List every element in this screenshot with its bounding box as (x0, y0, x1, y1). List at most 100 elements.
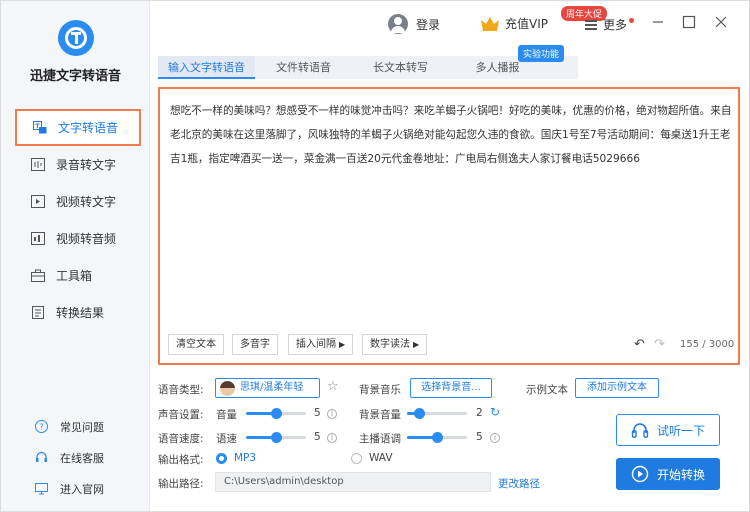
footer-item-website[interactable]: 进入官网 (1, 473, 150, 504)
listen-label: 试听一下 (656, 423, 705, 438)
start-convert-button[interactable]: 开始转换 (616, 458, 720, 490)
output-path-field[interactable]: C:\Users\admin\desktop (215, 472, 491, 492)
video-audio-icon (31, 232, 45, 245)
footer-item-label: 常见问题 (60, 420, 104, 434)
host-tone-label: 主播语调 (359, 433, 401, 445)
char-count: 155 / 3000 (680, 339, 735, 350)
sidebar-item-label: 视频转文字 (56, 195, 117, 209)
user-icon (388, 14, 408, 34)
svg-text:?: ? (39, 423, 43, 432)
slider-knob (432, 432, 443, 443)
app-title: 迅捷文字转语音 (29, 69, 121, 84)
triangle-right-icon: ▶ (339, 340, 346, 349)
crown-icon (481, 16, 499, 31)
mp3-label: MP3 (234, 452, 257, 464)
experimental-badge: 实验功能 (518, 45, 565, 62)
footer-item-faq[interactable]: ? 常见问题 (1, 411, 150, 442)
close-icon[interactable] (714, 15, 728, 29)
bg-music-label: 背景音乐 (359, 384, 401, 396)
bg-volume-label: 背景音量 (359, 409, 401, 421)
voice-select[interactable]: 思琪/温柔年轻 (215, 378, 320, 398)
mode-tabs: 输入文字转语音 文件转语音 长文本转写 多人播报 (158, 56, 578, 79)
sidebar-item-label: 转换结果 (56, 306, 105, 320)
sidebar-item-video-to-audio[interactable]: 视频转音频 (1, 220, 150, 257)
wav-label: WAV (369, 452, 393, 464)
sidebar-item-label: 录音转文字 (56, 158, 117, 172)
tab-file[interactable]: 文件转语音 (255, 56, 352, 79)
info-icon[interactable]: i (327, 409, 337, 419)
volume-slider[interactable] (246, 408, 306, 419)
refresh-icon[interactable]: ↻ (490, 405, 500, 419)
sidebar-item-results[interactable]: 转换结果 (1, 294, 150, 331)
volume-value: 5 (314, 407, 321, 419)
start-label: 开始转换 (656, 467, 705, 482)
insert-pause-button[interactable]: 插入间隔 ▶ (288, 334, 354, 355)
format-label: 输出格式: (158, 454, 204, 466)
mp3-radio[interactable] (216, 453, 227, 464)
video-text-icon (31, 195, 45, 208)
change-path-link[interactable]: 更改路径 (498, 476, 540, 491)
notification-dot (629, 18, 635, 23)
info-icon[interactable]: i (490, 433, 500, 443)
text-to-speech-icon (33, 121, 47, 134)
speed-value: 5 (314, 431, 321, 443)
volume-label: 音量 (216, 409, 237, 421)
clear-text-button[interactable]: 清空文本 (168, 334, 224, 355)
speed-section-label: 语音速度: (158, 433, 204, 445)
tab-input-text[interactable]: 输入文字转语音 (158, 56, 255, 79)
app-logo (58, 20, 94, 56)
number-reading-button[interactable]: 数字读法 ▶ (362, 334, 428, 355)
sidebar-nav: 文字转语音 录音转文字 视频转文字 视频转音频 工具箱 转换结果 (1, 109, 150, 331)
sound-settings-label: 声音设置: (158, 409, 204, 421)
bg-volume-value: 2 (476, 407, 483, 419)
voice-type-label: 语音类型: (158, 384, 204, 396)
text-editor[interactable]: 想吃不一样的美味吗？想感受不一样的味觉冲击吗？来吃羊蝎子火锅吧！好吃的美味，优惠… (158, 87, 740, 365)
bg-volume-slider[interactable] (407, 408, 467, 419)
host-tone-value: 5 (476, 431, 483, 443)
footer-item-support[interactable]: 在线客服 (1, 442, 150, 473)
sidebar-item-video-to-text[interactable]: 视频转文字 (1, 183, 150, 220)
slider-knob (271, 408, 282, 419)
headphones-icon (631, 423, 649, 438)
sidebar-item-text-to-speech[interactable]: 文字转语音 (15, 109, 141, 146)
undo-icon[interactable]: ↶ (634, 337, 645, 352)
add-sample-text-button[interactable]: 添加示例文本 (575, 378, 659, 398)
info-icon[interactable]: i (327, 433, 337, 443)
monitor-icon (35, 482, 48, 495)
redo-icon[interactable]: ↷ (654, 337, 665, 352)
sidebar: 迅捷文字转语音 文字转语音 录音转文字 视频转文字 视频转音频 工具箱 转换结果… (1, 1, 150, 511)
vip-label: 充值VIP (505, 17, 548, 31)
app-window: 迅捷文字转语音 文字转语音 录音转文字 视频转文字 视频转音频 工具箱 转换结果… (0, 0, 750, 512)
sidebar-item-toolbox[interactable]: 工具箱 (1, 257, 150, 294)
path-label: 输出路径: (158, 478, 204, 490)
wav-radio[interactable] (351, 453, 362, 464)
play-circle-icon (631, 465, 649, 483)
star-icon[interactable]: ☆ (327, 379, 339, 394)
speed-label: 语速 (216, 433, 237, 445)
select-bg-music-button[interactable]: 选择背景音... (410, 378, 492, 398)
maximize-icon[interactable] (682, 15, 696, 29)
tab-long-text[interactable]: 长文本转写 (352, 56, 449, 79)
login-button[interactable]: 登录 (388, 14, 440, 34)
more-menu-button[interactable]: 更多 (585, 16, 635, 33)
speed-slider[interactable] (246, 432, 306, 443)
recording-icon (31, 158, 45, 171)
polyphone-button[interactable]: 多音字 (232, 334, 278, 355)
help-icon: ? (35, 420, 48, 433)
toolbox-icon (31, 269, 45, 282)
editor-text[interactable]: 想吃不一样的美味吗？想感受不一样的味觉冲击吗？来吃羊蝎子火锅吧！好吃的美味，优惠… (170, 99, 734, 171)
slider-knob (271, 432, 282, 443)
minimize-icon[interactable] (651, 15, 665, 29)
vip-button[interactable]: 充值VIP (480, 15, 548, 32)
footer-item-label: 进入官网 (60, 482, 104, 496)
triangle-right-icon: ▶ (413, 340, 420, 349)
login-label: 登录 (416, 17, 441, 32)
footer-item-label: 在线客服 (60, 451, 104, 465)
listen-button[interactable]: 试听一下 (616, 414, 720, 446)
more-label: 更多 (603, 18, 628, 32)
sample-text-label: 示例文本 (526, 384, 568, 396)
host-tone-slider[interactable] (407, 432, 467, 443)
menu-icon (585, 19, 597, 30)
sidebar-item-label: 工具箱 (56, 269, 93, 283)
sidebar-item-recording-to-text[interactable]: 录音转文字 (1, 146, 150, 183)
